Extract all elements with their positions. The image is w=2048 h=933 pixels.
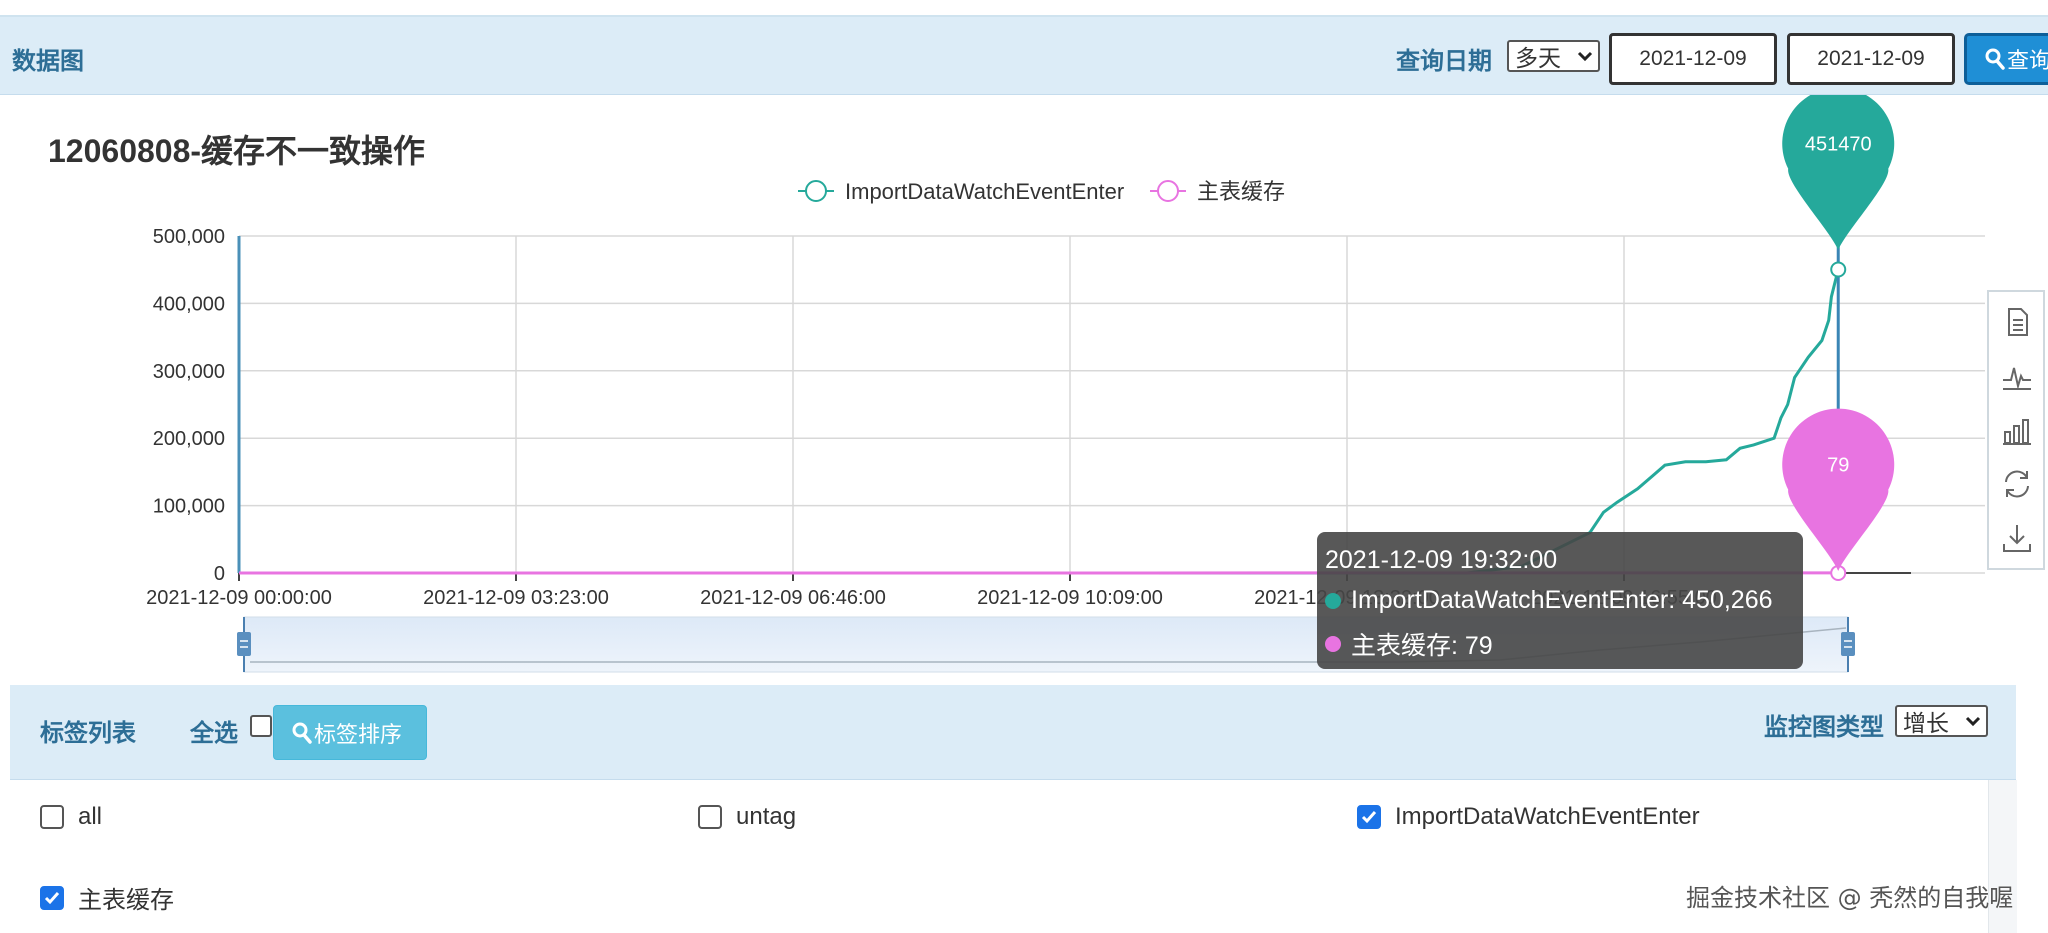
tag-item-all[interactable]: all	[40, 803, 102, 831]
max-marker-pin-import[interactable]: 451470	[1782, 95, 1895, 250]
tag-checkbox-main-cache[interactable]	[40, 885, 64, 910]
tag-label-main-cache: 主表缓存	[78, 887, 174, 914]
tooltip-row-import: ImportDataWatchEventEnter: 450,266	[1325, 586, 1773, 615]
max-marker-label-main-cache: 79	[1827, 455, 1849, 477]
y-tick-label: 400,000	[153, 293, 225, 315]
tags-panel-header: 标签列表 全选 标签排序 监控图类型 增长	[10, 685, 2016, 780]
tooltip-dot-main-cache	[1325, 636, 1341, 652]
range-select[interactable]: 多天	[1507, 40, 1600, 72]
tag-checkbox-all[interactable]	[40, 805, 64, 829]
tag-sort-button[interactable]: 标签排序	[273, 705, 427, 760]
tag-item-import[interactable]: ImportDataWatchEventEnter	[1357, 803, 1700, 831]
legend-label-import: ImportDataWatchEventEnter	[845, 179, 1124, 204]
x-tick-label: 2021-12-09 06:46:00	[700, 587, 886, 609]
series-end-point-import[interactable]	[1830, 261, 1847, 278]
tag-label-untag: untag	[736, 803, 797, 830]
bar-chart-icon[interactable]	[2001, 414, 2033, 446]
y-tick-label: 500,000	[153, 226, 225, 248]
y-tick-label: 200,000	[153, 428, 225, 450]
max-marker-label-import: 451470	[1805, 134, 1872, 156]
tags-title: 标签列表	[40, 719, 136, 747]
start-date-input[interactable]: 2021-12-09	[1609, 33, 1777, 85]
search-icon	[1985, 48, 2005, 70]
data-chart-header: 数据图 查询日期 多天 2021-12-09 2021-12-09 查询	[0, 17, 2048, 95]
tooltip-dot-import	[1325, 592, 1341, 609]
range-select-value: 多天	[1515, 46, 1561, 72]
tooltip-time: 2021-12-09 19:32:00	[1325, 546, 1558, 574]
tag-label-all: all	[78, 803, 103, 830]
checkmark-icon	[44, 891, 60, 904]
legend-marker-import	[805, 180, 827, 202]
y-tick-label: 100,000	[153, 496, 225, 518]
x-tick-label: 2021-12-09 00:00:00	[146, 587, 332, 609]
data-view-icon[interactable]	[2001, 306, 2033, 338]
data-zoom-right-handle[interactable]	[1841, 632, 1855, 656]
legend-item-import[interactable]: ImportDataWatchEventEnter	[798, 179, 1124, 204]
tooltip-row-main-cache: 主表缓存: 79	[1325, 626, 1493, 662]
chart-grid	[238, 235, 1985, 581]
legend-item-main-cache[interactable]: 主表缓存	[1150, 179, 1285, 204]
tag-item-main-cache[interactable]: 主表缓存	[40, 880, 174, 915]
y-axis-ticks: 0 100,000 200,000 300,000 400,000 500,000	[153, 226, 225, 585]
search-icon	[292, 722, 312, 744]
chart-toolbox	[1987, 290, 2045, 570]
tag-sort-label: 标签排序	[314, 722, 403, 748]
tooltip-value-main-cache: 主表缓存: 79	[1351, 632, 1493, 660]
max-marker-shape-import	[1782, 95, 1895, 250]
panel-title: 数据图	[12, 47, 84, 75]
query-button[interactable]: 查询	[1964, 33, 2048, 85]
download-icon[interactable]	[2001, 522, 2033, 554]
x-tick-label: 2021-12-09 10:09:00	[977, 587, 1163, 609]
data-zoom-left-handle[interactable]	[237, 632, 251, 656]
series-line-import[interactable]	[239, 269, 1840, 575]
chart-type-select[interactable]: 增长	[1895, 705, 1988, 737]
tag-checkbox-import[interactable]	[1357, 805, 1381, 829]
select-all-checkbox[interactable]	[250, 715, 272, 737]
query-button-label: 查询	[2007, 49, 2048, 74]
checkmark-icon	[1361, 811, 1377, 824]
watermark: 掘金技术社区 @ 秃然的自我喔	[1686, 884, 2014, 912]
query-date-label: 查询日期	[1396, 47, 1492, 75]
tag-checkbox-untag[interactable]	[698, 805, 722, 829]
chevron-down-icon	[1965, 716, 1981, 727]
tooltip-value-import: ImportDataWatchEventEnter: 450,266	[1351, 586, 1773, 614]
end-date-input[interactable]: 2021-12-09	[1787, 33, 1955, 85]
line-chart-icon[interactable]	[2001, 360, 2033, 392]
tag-item-untag[interactable]: untag	[698, 803, 796, 831]
legend-marker-main-cache	[1157, 180, 1179, 202]
chart-tooltip: 2021-12-09 19:32:00 ImportDataWatchEvent…	[1317, 532, 1803, 669]
restore-icon[interactable]	[2001, 468, 2033, 500]
y-tick-label: 0	[214, 563, 225, 585]
chart-type-select-value: 增长	[1903, 711, 1949, 737]
tag-label-import: ImportDataWatchEventEnter	[1395, 803, 1700, 830]
y-tick-label: 300,000	[153, 361, 225, 383]
chevron-down-icon	[1577, 51, 1593, 62]
x-tick-label: 2021-12-09 03:23:00	[423, 587, 609, 609]
legend[interactable]: ImportDataWatchEventEnter 主表缓存	[798, 179, 1285, 204]
legend-label-main-cache: 主表缓存	[1197, 179, 1285, 204]
select-all-label: 全选	[190, 719, 238, 747]
chart-type-label: 监控图类型	[1764, 713, 1884, 741]
